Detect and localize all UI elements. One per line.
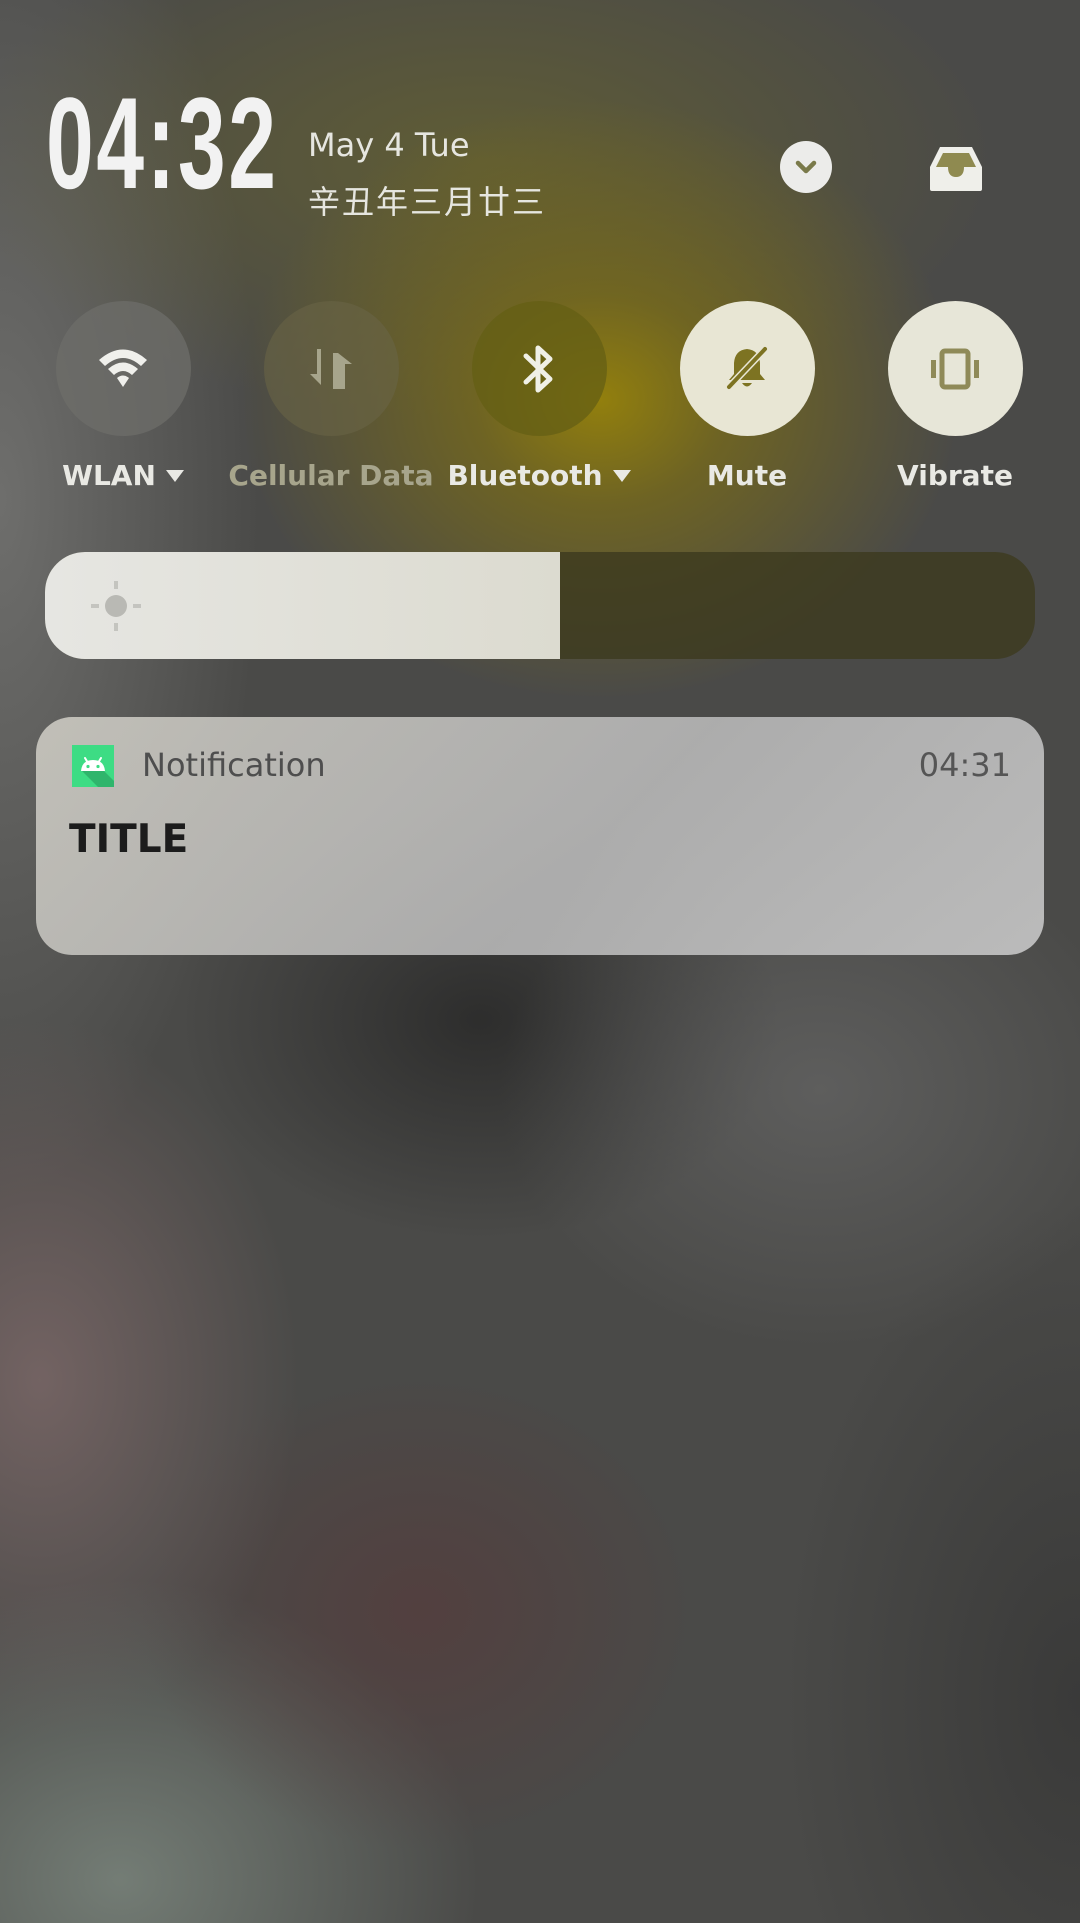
cellular-data-label: Cellular Data [228, 459, 434, 492]
notification-shade: 04:32 May 4 Tue 辛丑年三月廿三 WLAN Cellular Da… [0, 0, 1080, 1923]
bell-muted-icon [726, 346, 768, 389]
vibrate-label: Vibrate [897, 459, 1013, 492]
cellular-data-toggle-circle[interactable] [263, 301, 399, 436]
notification-time: 04:31 [918, 746, 1011, 784]
wifi-icon [99, 349, 147, 387]
bluetooth-toggle-label-row: Bluetooth [447, 456, 631, 496]
mute-toggle[interactable]: Mute [643, 301, 851, 496]
collapse-shade-button[interactable] [780, 141, 832, 193]
clock: 04:32 [46, 70, 279, 216]
cellular-data-toggle[interactable]: Cellular Data [227, 301, 435, 496]
chevron-down-icon [795, 160, 817, 174]
wlan-toggle-circle[interactable] [55, 301, 191, 436]
notification-inbox-button[interactable] [926, 144, 986, 194]
bluetooth-icon [523, 345, 553, 392]
bluetooth-dropdown-caret-icon[interactable] [612, 470, 631, 482]
mute-toggle-label-row: Mute [707, 456, 787, 496]
date-text: May 4 Tue [308, 126, 470, 164]
wlan-toggle-label-row: WLAN [62, 456, 184, 496]
mute-toggle-circle[interactable] [679, 301, 815, 436]
vibrate-toggle[interactable]: Vibrate [851, 301, 1059, 496]
brightness-slider[interactable] [45, 552, 1035, 659]
cellular-data-toggle-label-row: Cellular Data [228, 456, 433, 496]
bluetooth-label: Bluetooth [447, 459, 603, 492]
vibrate-toggle-label-row: Vibrate [897, 456, 1013, 496]
wlan-label: WLAN [62, 459, 156, 492]
vibrate-icon [931, 348, 979, 389]
lunar-date-text: 辛丑年三月廿三 [308, 183, 547, 221]
notification-app-name: Notification [142, 746, 326, 784]
inbox-tray-icon [930, 147, 982, 191]
vibrate-toggle-circle[interactable] [887, 301, 1023, 436]
mute-label: Mute [706, 459, 788, 492]
notification-title: TITLE [69, 817, 189, 862]
bluetooth-toggle-circle[interactable] [471, 301, 607, 436]
notification-card[interactable]: Notification 04:31 TITLE [36, 717, 1044, 955]
brightness-sun-icon [91, 581, 141, 631]
cellular-data-icon [310, 348, 352, 389]
wlan-toggle[interactable]: WLAN [19, 301, 227, 496]
android-icon [72, 745, 114, 787]
bluetooth-toggle[interactable]: Bluetooth [435, 301, 643, 496]
wlan-dropdown-caret-icon[interactable] [165, 470, 184, 482]
